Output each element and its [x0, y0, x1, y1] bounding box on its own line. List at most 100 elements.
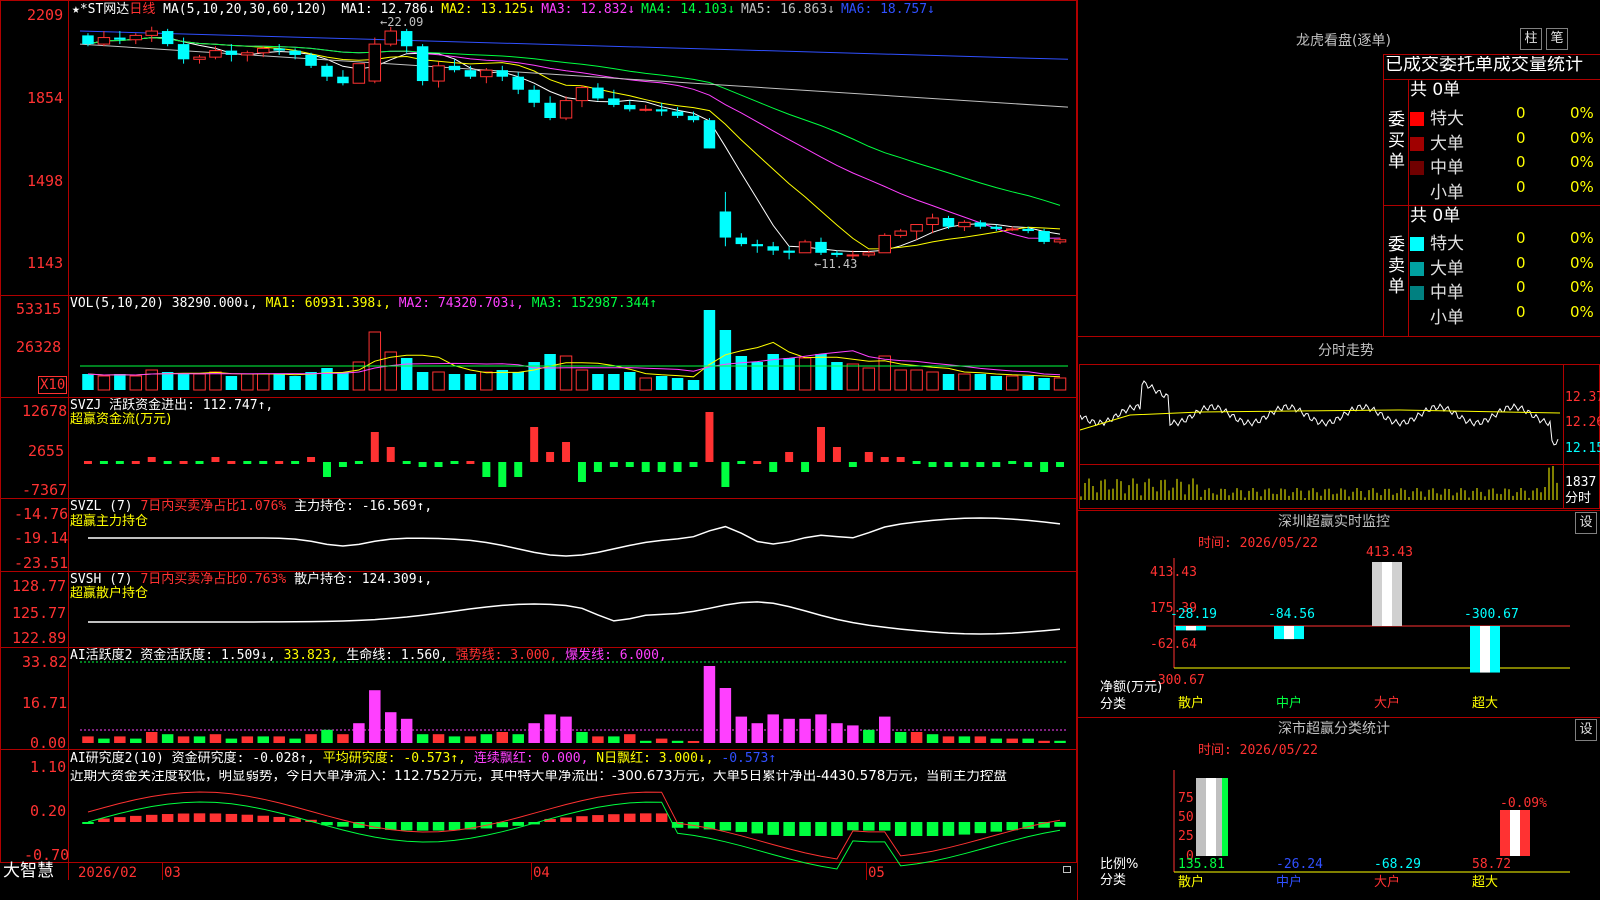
ai2-life-line: 生命线: 1.560, — [346, 648, 448, 663]
sell-order-row[interactable]: 中单 0 0% — [1410, 278, 1600, 303]
intraday-volume[interactable] — [1079, 464, 1600, 509]
ai2-bar — [974, 736, 987, 743]
ai2-bar — [416, 734, 429, 743]
sz-category-axis-3: 25 — [1178, 829, 1194, 844]
dragon-tiger-title: 龙虎看盘(逐单) — [1296, 33, 1391, 49]
svzj-bar — [880, 457, 889, 462]
sell-order-row[interactable]: 大单 0 0% — [1410, 253, 1600, 279]
ai-research-bar — [257, 815, 269, 822]
count-mode-button[interactable]: 笔 — [1546, 28, 1568, 50]
lock-icon[interactable] — [1063, 866, 1071, 873]
sz-category-ylabel: 比例% — [1100, 857, 1139, 872]
ai2-bar — [480, 734, 493, 743]
ai2-bar — [273, 736, 285, 743]
volume-bar — [942, 374, 955, 390]
volume-bar — [82, 374, 94, 390]
ai2-bar — [942, 736, 955, 743]
svzj-bar — [227, 461, 236, 464]
svzl-axis-1: -14.76 — [14, 505, 69, 523]
svzj-bar — [498, 462, 507, 487]
sz-category-settings-button[interactable]: 设 — [1575, 719, 1597, 741]
sell-order-name: 中单 — [1430, 283, 1464, 303]
candle-body — [687, 115, 700, 121]
svzj-bar — [864, 452, 873, 462]
candle-body — [831, 252, 843, 255]
volume-bar — [1005, 375, 1019, 391]
ai-research-bar — [241, 814, 254, 822]
ai2-bar — [1054, 740, 1066, 743]
ai-research-bar — [815, 822, 827, 836]
candle-body — [464, 70, 477, 77]
intraday-chart[interactable] — [1079, 364, 1600, 465]
ai2-bar — [576, 732, 588, 743]
sell-order-row[interactable]: 特大 0 0% — [1410, 229, 1600, 254]
ai2-burst-line: 爆发线: 6.000, — [565, 648, 667, 663]
candle-body — [942, 218, 955, 227]
sz-category-value-2: -68.29 — [1374, 857, 1421, 872]
dragon-tiger-tabs[interactable]: 已成交委托单成交量统计 — [1385, 56, 1600, 74]
candle-body — [480, 69, 493, 78]
candle-body — [575, 87, 589, 102]
svzj-bar — [992, 462, 1001, 467]
ai2-axis-2: 16.71 — [22, 694, 68, 712]
volume-bar — [624, 372, 636, 390]
candle-body — [1053, 239, 1067, 243]
candle-body — [1038, 231, 1050, 242]
ai-research-bar — [751, 822, 763, 834]
ai-research-bar — [337, 822, 349, 827]
svzj-bar — [386, 447, 395, 462]
svzj-bar — [402, 461, 411, 464]
candle-body — [703, 120, 716, 149]
ai-research-title: AI研究度2(10) 资金研究度: -0.028↑, — [70, 751, 315, 766]
buy-order-row[interactable]: 中单 0 0% — [1410, 153, 1600, 178]
ai2-bar — [193, 736, 206, 743]
volume-bar — [97, 375, 111, 391]
sell-order-count: 0 — [1516, 278, 1526, 296]
sz-monitor-settings-button[interactable]: 设 — [1575, 512, 1597, 534]
brand-logo[interactable]: 大智慧 — [3, 863, 54, 880]
svzj-bar — [514, 462, 523, 477]
svzj-bar — [147, 457, 156, 462]
ai-research-bar — [225, 813, 238, 822]
buy-order-row[interactable]: 小单 0 0% — [1410, 178, 1600, 203]
svzj-bar — [163, 461, 172, 464]
volume-bar — [815, 354, 827, 390]
volume-bar — [177, 374, 190, 390]
bar-mode-button[interactable]: 柱 — [1520, 28, 1542, 50]
vol-unit[interactable]: X10 — [38, 376, 68, 394]
ai2-value: 33.823, — [283, 648, 339, 663]
buy-orders-label: 委买单 — [1388, 110, 1405, 172]
color-swatch — [1410, 286, 1424, 300]
svzl-axis-2: -19.14 — [14, 529, 69, 547]
candle-body — [352, 63, 366, 84]
svzj-bar — [976, 462, 985, 467]
sz-monitor-category-0: 散户 — [1178, 696, 1205, 711]
ai-research-bar — [130, 815, 142, 822]
ai2-bar — [687, 741, 700, 743]
ai2-header: AI活跃度2 资金活跃度: 1.509↓, 33.823, 生命线: 1.560… — [70, 649, 667, 662]
svzj-bar — [562, 442, 571, 462]
ai2-bar — [353, 723, 365, 743]
volume-bar — [958, 373, 971, 391]
svsh-net-ratio: 7日内买卖净占比0.763% — [140, 572, 287, 587]
sz-category-category-3: 超大 — [1472, 875, 1499, 890]
candle-body — [225, 50, 238, 55]
candle-body — [1005, 228, 1019, 231]
buy-order-row[interactable]: 大单 0 0% — [1410, 129, 1600, 154]
ai2-bar — [321, 729, 333, 743]
sell-order-percent: 0% — [1570, 278, 1594, 296]
candle-body — [337, 76, 349, 84]
ai-research-bar — [592, 815, 604, 822]
svzj-bar — [418, 462, 427, 467]
svzj-bar — [434, 462, 443, 467]
sell-order-row[interactable]: 小单 0 0% — [1410, 303, 1600, 328]
ai-research-bar — [576, 816, 588, 822]
candle-body — [400, 31, 413, 47]
buy-order-row[interactable]: 特大 0 0% — [1410, 104, 1600, 129]
candle-body — [384, 30, 397, 45]
sell-order-count: 0 — [1516, 253, 1526, 272]
candle-body — [926, 217, 939, 226]
ai-research-bar — [863, 822, 875, 831]
ai-research-bar — [894, 822, 907, 836]
sz-monitor-bar-shine — [1382, 562, 1392, 626]
